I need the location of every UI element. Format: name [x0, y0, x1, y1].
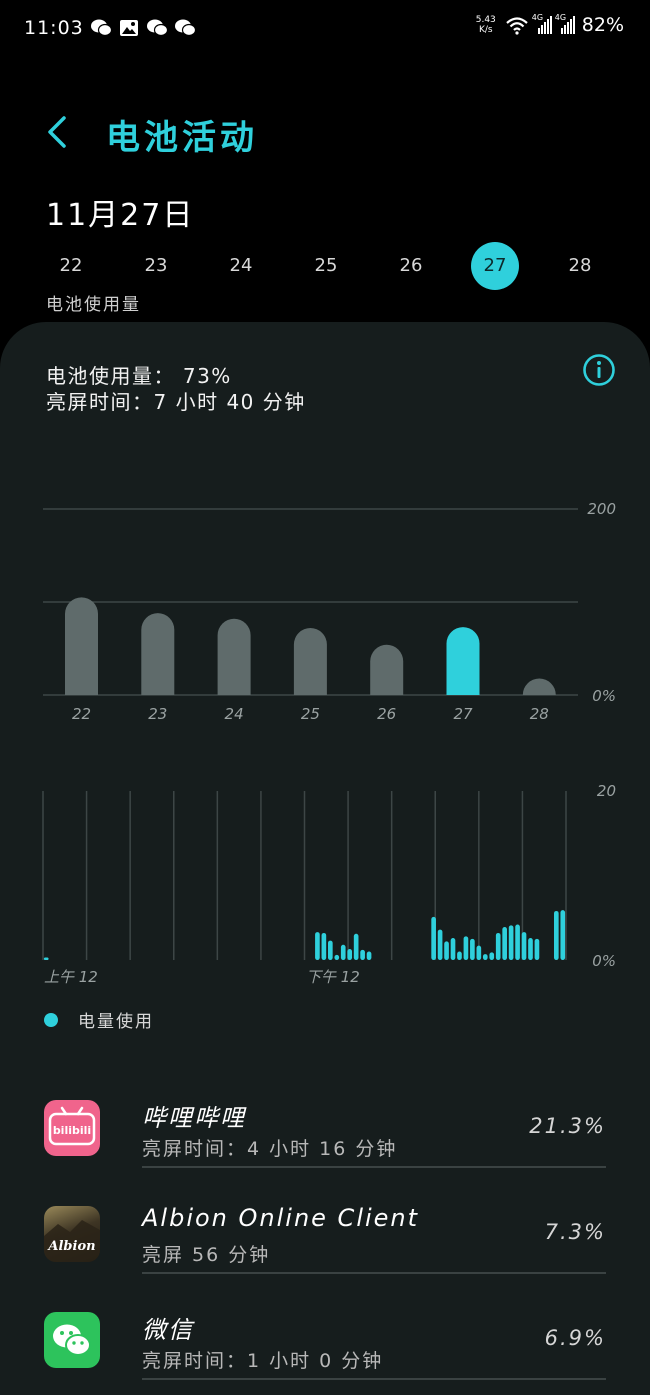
- hourly-usage-bar: [43, 957, 49, 960]
- x-tick-label: 25: [301, 705, 320, 723]
- legend-label: 电量使用: [78, 1012, 154, 1032]
- app-usage-percent: 21.3%: [529, 1114, 606, 1138]
- y-tick-label: 20: [597, 782, 616, 800]
- hourly-usage-bar: [457, 951, 462, 960]
- hourly-usage-bar: [508, 925, 514, 960]
- x-tick-label: 下午 12: [306, 968, 360, 986]
- hourly-usage-bar: [495, 932, 501, 960]
- hourly-usage-bar: [463, 936, 469, 960]
- hourly-usage-bar: [534, 938, 540, 960]
- hourly-usage-bar: [528, 938, 533, 960]
- daily-usage-bar: [293, 628, 327, 695]
- app-usage-percent: 6.9%: [544, 1326, 606, 1350]
- hourly-usage-bar: [521, 932, 527, 960]
- x-tick-label: 26: [377, 705, 396, 723]
- hourly-usage-bar: [560, 910, 566, 960]
- albion-icon: Albion: [44, 1206, 100, 1262]
- app-name: 哔哩哔哩: [142, 1104, 246, 1132]
- divider: [142, 1378, 606, 1380]
- app-name: 微信: [142, 1316, 194, 1344]
- daily-usage-bar: [370, 644, 404, 695]
- wechat-icon: [44, 1312, 100, 1368]
- hourly-usage-bar: [515, 924, 520, 960]
- daily-usage-bar: [522, 678, 556, 695]
- hourly-usage-bar: [476, 945, 482, 960]
- hourly-usage-bar: [360, 949, 365, 960]
- x-tick-label: 27: [453, 705, 473, 723]
- y-tick-label: 0%: [592, 687, 616, 705]
- app-usage-percent: 7.3%: [544, 1220, 606, 1244]
- hourly-usage-bar: [334, 954, 340, 960]
- app-row-albion[interactable]: Albion Albion Online Client 亮屏 56 分钟 7.3…: [0, 1178, 650, 1284]
- hourly-usage-bar: [553, 910, 559, 960]
- app-screen-time: 亮屏时间：1 小时 0 分钟: [142, 1350, 384, 1372]
- app-screen-time: 亮屏 56 分钟: [142, 1244, 271, 1266]
- daily-usage-bar: [141, 613, 175, 695]
- divider: [142, 1166, 606, 1168]
- hourly-usage-bar: [450, 938, 456, 960]
- hourly-usage-bar: [353, 933, 359, 960]
- legend-dot: [44, 1012, 58, 1027]
- hourly-usage-bar: [482, 954, 488, 960]
- hourly-usage-bar: [347, 949, 353, 960]
- battery-charts: 200 0% 22 23 24 25 26 27 28 20 0% 上午 12 下午 12: [42, 500, 616, 986]
- hourly-usage-bar: [321, 932, 327, 960]
- y-tick-label: 200: [587, 500, 616, 518]
- daily-usage-bar: [65, 597, 98, 695]
- x-tick-label: 23: [148, 705, 167, 723]
- bilibili-icon-text: bilibili: [53, 1124, 91, 1137]
- chart-legend: 电量使用: [44, 1007, 154, 1032]
- hourly-usage-bar: [470, 938, 475, 960]
- hourly-usage-bar: [431, 916, 436, 960]
- hourly-usage-bar: [315, 932, 320, 960]
- hourly-usage-bar: [444, 941, 449, 960]
- hourly-usage-bar: [366, 951, 372, 960]
- hourly-usage-bar: [502, 927, 507, 960]
- daily-usage-bar: [217, 618, 251, 695]
- divider: [142, 1272, 606, 1274]
- x-tick-label: 上午 12: [44, 968, 98, 986]
- albion-icon-text: Albion: [46, 1239, 95, 1254]
- hourly-usage-bar: [340, 944, 346, 960]
- y-tick-label: 0%: [592, 952, 616, 970]
- hourly-usage-bar: [437, 929, 443, 960]
- app-row-wechat[interactable]: 微信 亮屏时间：1 小时 0 分钟 6.9%: [0, 1284, 650, 1390]
- hourly-usage-bar: [489, 952, 495, 960]
- x-tick-label: 24: [225, 705, 244, 723]
- hourly-usage-bar: [328, 940, 333, 960]
- app-name: Albion Online Client: [142, 1204, 420, 1232]
- x-tick-label: 28: [530, 705, 549, 723]
- app-row-bilibili[interactable]: bilibili 哔哩哔哩 亮屏时间：4 小时 16 分钟 21.3%: [0, 1072, 650, 1178]
- app-screen-time: 亮屏时间：4 小时 16 分钟: [142, 1138, 398, 1160]
- x-tick-label: 22: [72, 705, 91, 723]
- bilibili-icon: bilibili: [44, 1100, 100, 1156]
- daily-usage-bar: [446, 627, 480, 695]
